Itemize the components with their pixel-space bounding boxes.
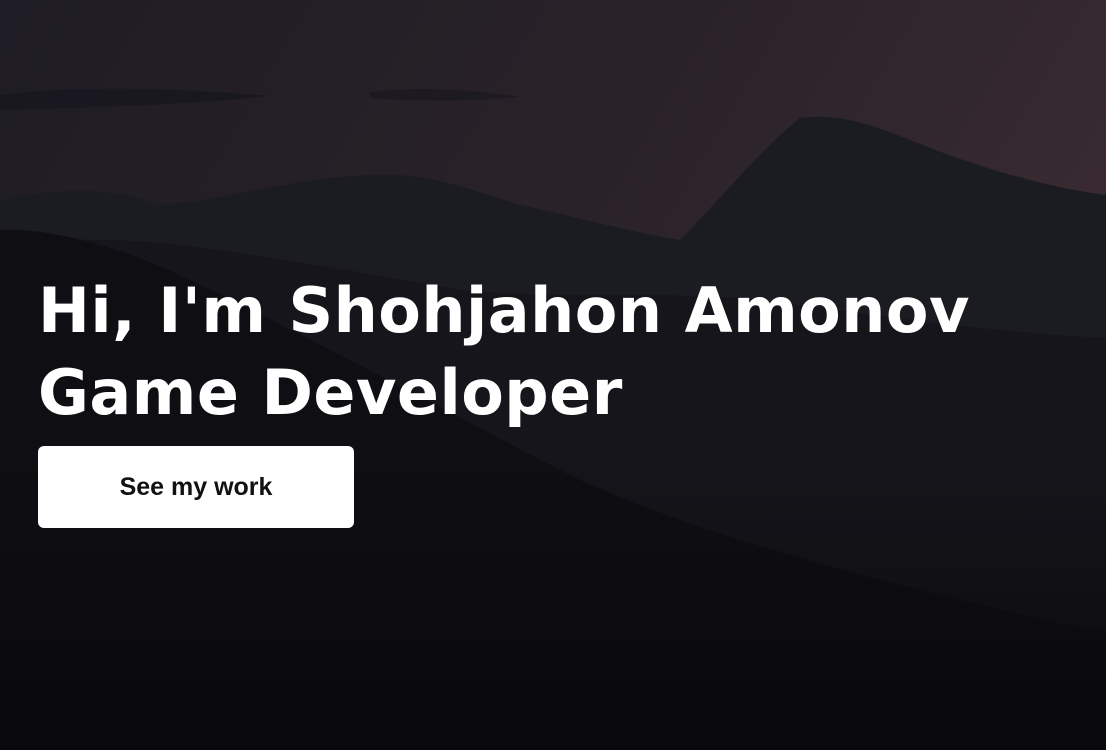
hero-section: Hi, I'm Shohjahon Amonov Game Developer … [0,0,1106,750]
hero-content: Hi, I'm Shohjahon Amonov Game Developer … [38,270,1068,528]
see-my-work-button[interactable]: See my work [38,446,354,528]
hero-role: Game Developer [38,356,623,429]
hero-headline: Hi, I'm Shohjahon Amonov Game Developer [38,270,1068,434]
hero-greeting: Hi, I'm Shohjahon Amonov [38,274,970,347]
